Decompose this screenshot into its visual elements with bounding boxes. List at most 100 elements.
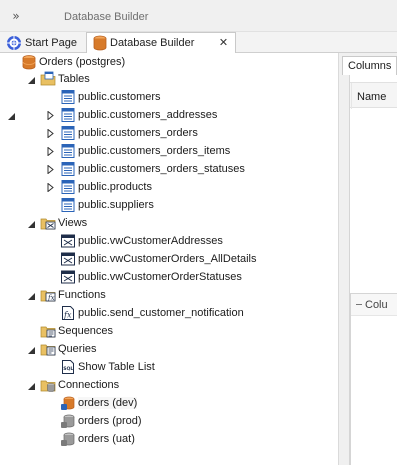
collapse-arrow-icon[interactable] xyxy=(7,112,16,121)
tree-item-connection[interactable]: orders (uat) xyxy=(60,430,135,448)
tree-folder-queries[interactable]: Queries xyxy=(40,340,97,358)
database-tree[interactable]: Orders (postgres) Tables public.customer… xyxy=(0,53,338,465)
collapse-arrow-icon[interactable] xyxy=(27,346,36,355)
collapse-icon[interactable] xyxy=(356,304,362,305)
active-connection-icon xyxy=(60,395,76,411)
column-header-name[interactable]: Name xyxy=(350,82,397,109)
expand-arrow-icon[interactable] xyxy=(46,165,55,174)
tree-folder-connections-label: Connections xyxy=(58,379,120,391)
tree-item-table[interactable]: public.suppliers xyxy=(60,196,154,214)
queries-folder-icon xyxy=(40,341,56,357)
tree-item-table[interactable]: public.customers xyxy=(60,88,161,106)
connections-folder-icon xyxy=(40,377,56,393)
column-details-header[interactable]: Colu xyxy=(351,294,397,316)
table-label: public.suppliers xyxy=(78,199,154,211)
tree-item-view[interactable]: public.vwCustomerOrders_AllDetails xyxy=(60,250,257,268)
tab-strip: Start Page Database Builder ✕ xyxy=(0,32,397,54)
expand-arrow-icon[interactable] xyxy=(46,183,55,192)
svg-text:fx: fx xyxy=(47,294,55,302)
connection-label: orders (prod) xyxy=(78,415,142,427)
database-icon xyxy=(93,35,107,51)
tree-item-table[interactable]: public.customers_orders_statuses xyxy=(60,160,245,178)
tree-folder-tables-label: Tables xyxy=(58,73,90,85)
sql-query-icon: SQL xyxy=(60,359,76,375)
properties-panel: Columns Name Colu xyxy=(339,53,397,465)
column-details-label: Colu xyxy=(365,299,388,311)
tables-folder-icon xyxy=(40,71,56,87)
title-bar: » Database Builder xyxy=(0,0,397,32)
view-label: public.vwCustomerOrderStatuses xyxy=(78,271,242,283)
double-chevron-right-icon[interactable]: » xyxy=(8,9,22,23)
tab-start-page[interactable]: Start Page xyxy=(0,32,86,53)
tree-folder-connections[interactable]: Connections xyxy=(40,376,119,394)
table-icon xyxy=(60,179,76,195)
tree-folder-views[interactable]: Views xyxy=(40,214,87,232)
view-icon xyxy=(60,251,76,267)
connection-label: orders (dev) xyxy=(78,397,138,409)
tree-item-query[interactable]: SQL Show Table List xyxy=(60,358,155,376)
expand-arrow-icon[interactable] xyxy=(46,147,55,156)
tree-item-function[interactable]: fx public.send_customer_notification xyxy=(60,304,244,322)
tree-folder-queries-label: Queries xyxy=(58,343,97,355)
expand-arrow-icon[interactable] xyxy=(46,111,55,120)
function-icon: fx xyxy=(60,305,76,321)
tree-folder-tables[interactable]: Tables xyxy=(40,70,90,88)
collapse-arrow-icon[interactable] xyxy=(27,220,36,229)
tree-root-label: Orders (postgres) xyxy=(39,56,126,68)
query-label: Show Table List xyxy=(78,361,155,373)
table-label: public.customers xyxy=(78,91,161,103)
tree-item-table[interactable]: public.products xyxy=(60,178,152,196)
collapse-arrow-icon[interactable] xyxy=(27,292,36,301)
tab-start-page-label: Start Page xyxy=(25,36,77,49)
table-label: public.customers_orders_items xyxy=(78,145,231,157)
close-icon[interactable]: ✕ xyxy=(217,36,230,49)
svg-text:fx: fx xyxy=(63,311,72,320)
tab-database-builder[interactable]: Database Builder ✕ xyxy=(86,32,236,54)
table-label: public.products xyxy=(78,181,152,193)
table-icon xyxy=(60,197,76,213)
tree-item-connection-active[interactable]: orders (dev) xyxy=(60,394,138,412)
table-icon xyxy=(60,125,76,141)
database-icon xyxy=(21,54,37,70)
tab-columns[interactable]: Columns xyxy=(342,56,397,75)
table-icon xyxy=(60,143,76,159)
tree-folder-views-label: Views xyxy=(58,217,88,229)
tree-item-view[interactable]: public.vwCustomerAddresses xyxy=(60,232,223,250)
tree-folder-sequences[interactable]: Sequences xyxy=(40,322,113,340)
window-title: Database Builder xyxy=(64,11,149,23)
column-details-panel: Colu xyxy=(350,293,397,465)
view-label: public.vwCustomerOrders_AllDetails xyxy=(78,253,257,265)
tree-folder-functions[interactable]: fx Functions xyxy=(40,286,106,304)
tree-folder-sequences-label: Sequences xyxy=(58,325,114,337)
column-separator xyxy=(351,83,352,109)
connection-icon xyxy=(60,413,76,429)
tab-database-builder-label: Database Builder xyxy=(110,37,195,49)
svg-text:SQL: SQL xyxy=(63,366,73,372)
tree-item-table[interactable]: public.customers_orders_items xyxy=(60,142,230,160)
collapse-arrow-icon[interactable] xyxy=(27,76,36,85)
view-icon xyxy=(60,233,76,249)
views-folder-icon xyxy=(40,215,56,231)
table-icon xyxy=(60,161,76,177)
function-label: public.send_customer_notification xyxy=(78,307,244,319)
start-page-icon xyxy=(6,35,22,51)
tree-item-table[interactable]: public.customers_addresses xyxy=(60,106,217,124)
sequences-folder-icon xyxy=(40,323,56,339)
column-header-label: Name xyxy=(357,91,387,103)
tree-item-connection[interactable]: orders (prod) xyxy=(60,412,142,430)
table-label: public.customers_addresses xyxy=(78,109,218,121)
table-label: public.customers_orders_statuses xyxy=(78,163,245,175)
table-icon xyxy=(60,107,76,123)
view-label: public.vwCustomerAddresses xyxy=(78,235,223,247)
tree-item-table[interactable]: public.customers_orders xyxy=(60,124,198,142)
collapse-arrow-icon[interactable] xyxy=(27,382,36,391)
expand-arrow-icon[interactable] xyxy=(46,129,55,138)
tree-folder-functions-label: Functions xyxy=(58,289,106,301)
table-icon xyxy=(60,89,76,105)
connection-icon xyxy=(60,431,76,447)
tree-root-orders[interactable]: Orders (postgres) xyxy=(21,53,125,71)
table-label: public.customers_orders xyxy=(78,127,198,139)
view-icon xyxy=(60,269,76,285)
tree-item-view[interactable]: public.vwCustomerOrderStatuses xyxy=(60,268,242,286)
functions-folder-icon: fx xyxy=(40,287,56,303)
